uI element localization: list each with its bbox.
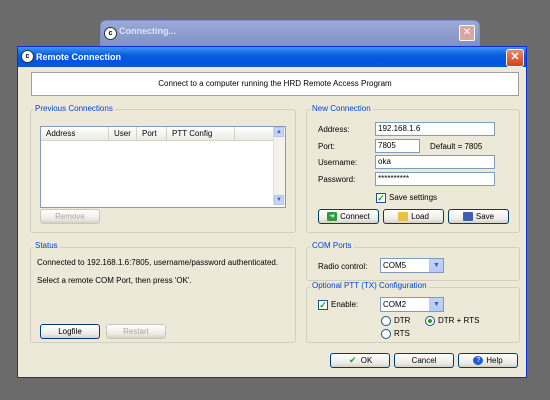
connecting-window-title: Connecting...	[119, 26, 176, 36]
dialog-title: Remote Connection	[36, 52, 122, 62]
save-disk-icon	[462, 212, 473, 222]
com-ports-label: COM Ports	[310, 241, 354, 251]
rts-radio[interactable]	[381, 329, 391, 339]
restart-button[interactable]: Restart	[106, 324, 166, 339]
radio-control-value: COM5	[383, 261, 407, 270]
ptt-enable-checkbox[interactable]: ✓	[318, 300, 328, 310]
ptt-label: Optional PTT (TX) Configuration	[310, 281, 429, 291]
save-button-label: Save	[475, 212, 495, 221]
dtr-label: DTR	[394, 316, 411, 325]
load-button-label: Load	[411, 212, 429, 221]
dtr-rts-label: DTR + RTS	[438, 316, 480, 325]
connections-list[interactable]: Address User Port PTT Config ▲ ▼	[40, 126, 286, 208]
dialog-close-button[interactable]: ✕	[506, 49, 524, 67]
ptt-group	[306, 287, 520, 343]
dtr-rts-radio[interactable]	[425, 316, 435, 326]
dialog-title-bar: c Remote Connection ✕	[18, 47, 526, 67]
previous-connections-label: Previous Connections	[33, 104, 115, 114]
save-settings-label: Save settings	[389, 193, 438, 202]
scroll-up-icon[interactable]: ▲	[274, 127, 284, 137]
password-label: Password:	[318, 175, 356, 184]
app-icon: c	[104, 27, 117, 40]
app-icon: c	[21, 50, 34, 63]
list-header: Address User Port PTT Config	[41, 127, 273, 141]
help-icon: ?	[473, 356, 484, 366]
ok-button[interactable]: ✔ OK	[330, 353, 390, 368]
connect-button-label: Connect	[340, 212, 370, 221]
username-field[interactable]: oka	[375, 155, 495, 169]
radio-control-label: Radio control:	[318, 262, 368, 271]
status-line-1: Connected to 192.168.1.6:7805, username/…	[37, 258, 279, 267]
new-connection-label: New Connection	[310, 104, 373, 114]
status-line-2: Select a remote COM Port, then press 'OK…	[37, 276, 192, 285]
ptt-port-value: COM2	[383, 300, 407, 309]
column-header-address[interactable]: Address	[41, 127, 109, 140]
ok-button-label: OK	[360, 356, 373, 365]
cancel-button[interactable]: Cancel	[394, 353, 454, 368]
list-scrollbar[interactable]: ▲ ▼	[273, 127, 285, 205]
port-field[interactable]: 7805	[375, 139, 420, 153]
port-default-text: Default = 7805	[430, 142, 483, 151]
load-button[interactable]: Load	[383, 209, 444, 224]
ptt-port-select[interactable]: COM2 ▼	[380, 297, 444, 312]
save-button[interactable]: Save	[448, 209, 509, 224]
connect-button[interactable]: ➜ Connect	[318, 209, 379, 224]
connecting-window: c Connecting... ✕	[100, 20, 480, 46]
radio-control-select[interactable]: COM5 ▼	[380, 258, 444, 273]
column-header-user[interactable]: User	[109, 127, 137, 140]
dtr-radio[interactable]	[381, 316, 391, 326]
info-banner: Connect to a computer running the HRD Re…	[31, 72, 519, 96]
column-header-port[interactable]: Port	[137, 127, 167, 140]
address-label: Address:	[318, 125, 350, 134]
connecting-close-button[interactable]: ✕	[459, 25, 475, 41]
load-folder-icon	[398, 212, 409, 222]
logfile-button[interactable]: Logfile	[40, 324, 100, 339]
save-settings-checkbox[interactable]: ✓	[376, 193, 386, 203]
help-button[interactable]: ? Help	[458, 353, 518, 368]
port-label: Port:	[318, 142, 335, 151]
connect-arrow-icon: ➜	[327, 212, 338, 222]
help-button-label: Help	[486, 356, 503, 365]
chevron-down-icon[interactable]: ▼	[429, 259, 443, 272]
chevron-down-icon[interactable]: ▼	[429, 298, 443, 311]
ptt-enable-label: Enable:	[331, 300, 359, 309]
password-field[interactable]: **********	[375, 172, 495, 186]
scroll-down-icon[interactable]: ▼	[274, 195, 284, 205]
column-header-ptt-config[interactable]: PTT Config	[167, 127, 235, 140]
remote-connection-dialog: c Remote Connection ✕ Connect to a compu…	[17, 46, 527, 378]
rts-label: RTS	[394, 329, 410, 338]
username-label: Username:	[318, 158, 358, 167]
check-icon: ✔	[348, 355, 357, 366]
status-label: Status	[33, 241, 60, 251]
address-field[interactable]: 192.168.1.6	[375, 122, 495, 136]
remove-button[interactable]: Remove	[40, 209, 100, 224]
